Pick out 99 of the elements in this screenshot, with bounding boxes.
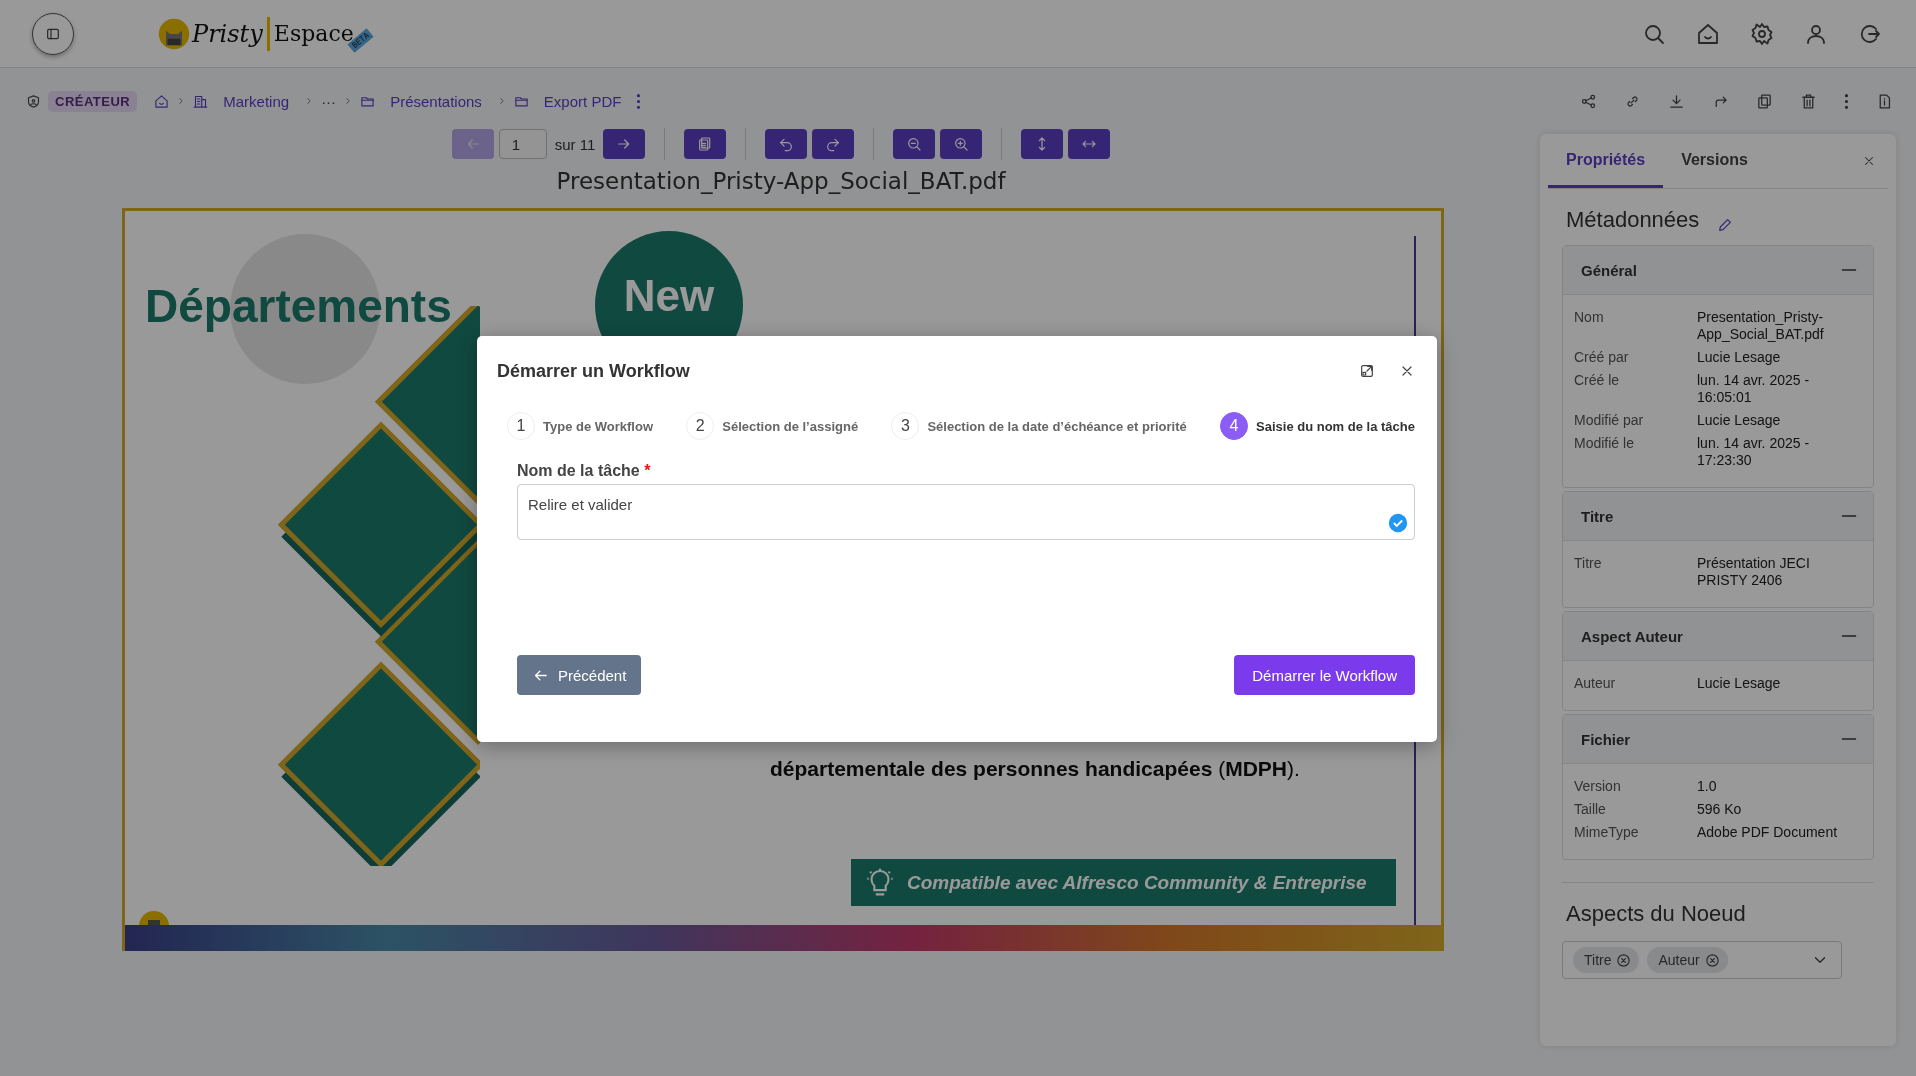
property-label: Créé par [1574, 349, 1630, 366]
property-value: lun. 14 avr. 2025 - 16:05:01 [1697, 372, 1811, 406]
logo-name: Pristy [192, 19, 263, 48]
step-number: 4 [1220, 412, 1249, 440]
previous-button[interactable]: Précédent [517, 655, 642, 695]
property-label: Titre [1574, 555, 1603, 573]
slide-title: Départements [145, 279, 452, 333]
wizard-step[interactable]: 1 Type de Workflow [507, 412, 654, 440]
panel-tab[interactable]: Versions [1663, 134, 1766, 188]
more-icon [636, 92, 642, 110]
property-label: Modifié le [1574, 435, 1635, 453]
shield-icon [26, 93, 41, 109]
field-label: Nom de la tâche [517, 462, 640, 479]
property-value: Présentation JECI PRISTY 2406 [1697, 555, 1811, 589]
wizard-step[interactable]: 2 Sélection de l’assigné [686, 412, 859, 440]
zoom-in-icon [953, 136, 970, 152]
breadcrumb-link[interactable]: Export PDF [543, 92, 622, 110]
section-header[interactable]: Titre [1563, 492, 1873, 541]
step-label: Sélection de la date d’échéance et priorité [927, 418, 1187, 434]
pencil-icon [1717, 217, 1734, 233]
property-label: Auteur [1574, 675, 1617, 692]
download-icon [1668, 92, 1685, 110]
page-total: sur 11 [554, 135, 596, 153]
wizard-step[interactable]: 4 Saisie du nom de la tâche [1220, 412, 1415, 440]
rotate-left-icon [778, 136, 795, 152]
trash-icon [1800, 92, 1817, 110]
section-title: Titre [1581, 507, 1614, 525]
section-title: Fichier [1581, 730, 1631, 748]
property-label: Taille [1574, 801, 1607, 818]
banner-text: Compatible avec Alfresco Community & Entreprise [907, 871, 1367, 894]
home-icon [1696, 21, 1720, 46]
aspects-heading: Aspects du Noeud [1565, 901, 1747, 927]
share-button[interactable] [1580, 92, 1597, 110]
maximize-button[interactable] [1359, 363, 1375, 379]
trash-button[interactable] [1800, 92, 1817, 110]
property-value: Adobe PDF Document [1697, 824, 1839, 841]
remove-icon [1704, 952, 1720, 968]
property-label: Version [1574, 778, 1622, 795]
copy-button[interactable] [1756, 92, 1773, 110]
share-icon [1580, 92, 1597, 110]
document-title: Presentation_Pristy-App_Social_BAT.pdf [555, 168, 1007, 194]
close-icon [1862, 154, 1876, 168]
step-label: Type de Workflow [543, 418, 654, 434]
settings-icon [1750, 21, 1774, 46]
thumbnails-button[interactable] [684, 129, 727, 159]
page-number-field[interactable]: 1 [498, 129, 547, 159]
required-mark: * [644, 462, 651, 479]
fit-width-button[interactable] [1068, 129, 1111, 159]
chip-label: Titre [1584, 952, 1612, 968]
property-label: Nom [1574, 309, 1605, 327]
home-icon [154, 93, 170, 109]
breadcrumb-link[interactable]: Marketing [223, 92, 290, 110]
section-header[interactable]: Aspect Auteur [1563, 612, 1873, 661]
remove-icon [1616, 952, 1632, 968]
more-icon [1844, 92, 1849, 110]
copy-icon [1756, 92, 1773, 110]
building-icon [193, 93, 209, 109]
property-value: Lucie Lesage [1697, 412, 1782, 429]
section-title: Général [1581, 261, 1637, 279]
aspects-select[interactable]: Titre Auteur [1562, 941, 1842, 979]
section-title: Aspect Auteur [1581, 627, 1683, 645]
rotate-right-button[interactable] [812, 129, 855, 159]
start-workflow-button[interactable]: Démarrer le Workflow [1234, 655, 1415, 695]
section-header[interactable]: Fichier [1563, 715, 1873, 764]
wizard-step[interactable]: 3 Sélection de la date d’échéance et priorité [891, 412, 1187, 440]
panel-tab[interactable]: Propriétés [1548, 134, 1664, 188]
property-value: Presentation_Pristy-App_Social_BAT.pdf [1697, 309, 1825, 343]
step-label: Saisie du nom de la tâche [1256, 418, 1415, 434]
next-page-button[interactable] [603, 129, 646, 159]
step-label: Sélection de l’assigné [722, 418, 859, 434]
rotate-left-button[interactable] [765, 129, 808, 159]
zoom-out-icon [906, 136, 923, 152]
settings-button[interactable] [1750, 21, 1774, 46]
fit-height-button[interactable] [1021, 129, 1064, 159]
breadcrumb-link[interactable]: Présentations [390, 92, 482, 110]
section-header[interactable]: Général [1563, 246, 1873, 295]
property-value: 596 Ko [1697, 801, 1743, 818]
slide-paragraph: départementale des personnes handicapées (MDPH). [770, 756, 1301, 781]
edit-button[interactable] [1717, 217, 1734, 233]
property-label: Créé le [1574, 372, 1621, 390]
more-button[interactable] [1844, 92, 1849, 110]
cat-mascot-icon [158, 17, 190, 50]
chip-label: Auteur [1658, 952, 1700, 968]
zoom-out-button[interactable] [893, 129, 936, 159]
role-badge: CRÉATEUR [48, 90, 138, 112]
property-label: MimeType [1574, 824, 1640, 841]
breadcrumb-ellipsis[interactable]: ··· [321, 92, 337, 110]
property-value: Lucie Lesage [1697, 349, 1782, 366]
home-button[interactable] [1696, 21, 1720, 46]
task-name-field[interactable]: Relire et valider [517, 484, 1415, 540]
download-button[interactable] [1668, 92, 1685, 110]
property-value: Lucie Lesage [1697, 675, 1782, 692]
metadata-heading: Métadonnées [1566, 207, 1700, 233]
property-value: 1.0 [1697, 778, 1718, 795]
zoom-in-button[interactable] [940, 129, 983, 159]
property-value: lun. 14 avr. 2025 - 17:23:30 [1697, 435, 1811, 469]
property-label: Modifié par [1574, 412, 1645, 429]
maximize-icon [1359, 363, 1375, 379]
rotate-right-icon [825, 136, 842, 152]
